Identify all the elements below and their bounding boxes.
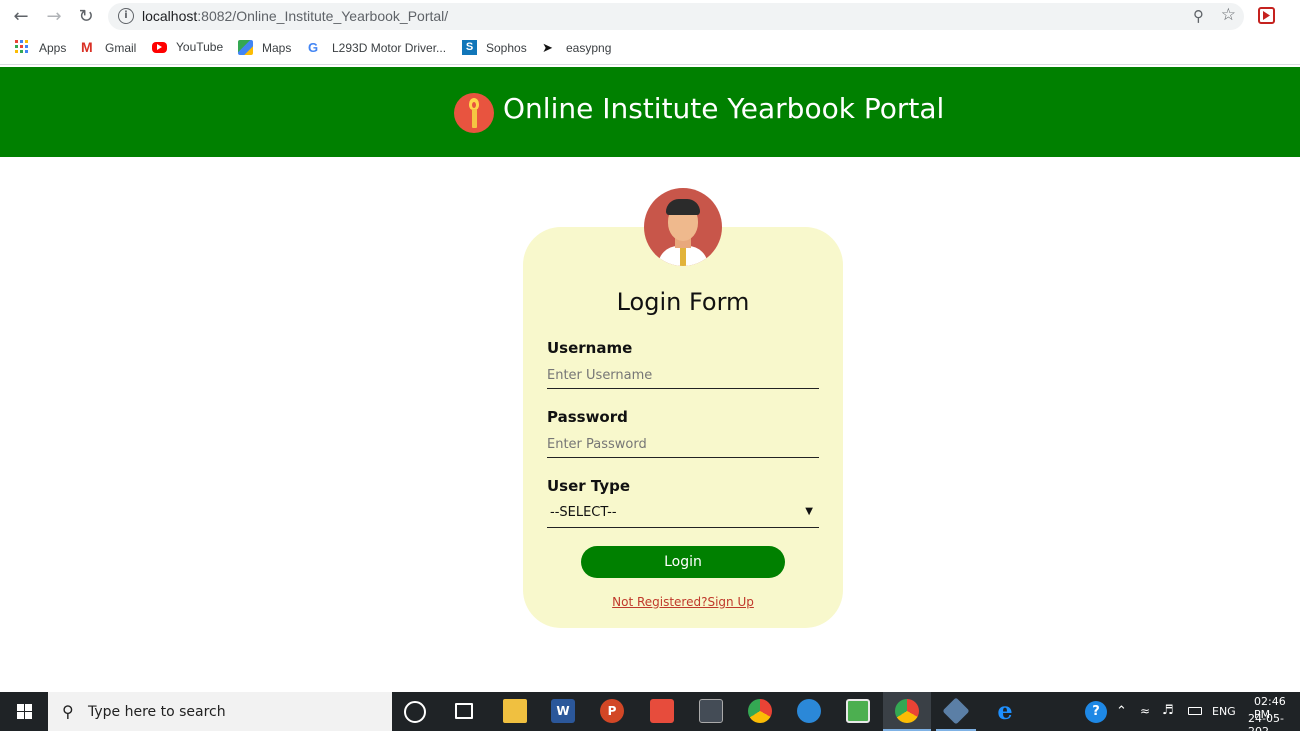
address-bar[interactable]: i localhost:8082/Online_Institute_Yearbo… (108, 3, 1244, 30)
login-button[interactable]: Login (581, 546, 785, 578)
windows-taskbar: ⚲ Type here to search W P e ? ⌃ ≈ ♬ ENG … (0, 692, 1300, 738)
task-view-icon[interactable] (455, 703, 473, 719)
dropdown-arrow-icon: ▼ (805, 506, 813, 517)
help-icon[interactable]: ? (1085, 701, 1107, 723)
powerpoint-icon[interactable]: P (600, 699, 624, 723)
chrome-active-icon[interactable] (895, 699, 919, 723)
gmail-icon: M (81, 39, 93, 55)
zoom-icon[interactable]: ⚲ (1193, 7, 1204, 25)
bookmark-star-icon[interactable]: ☆ (1221, 5, 1236, 25)
battery-icon[interactable] (1188, 707, 1202, 715)
user-type-label: User Type (547, 477, 631, 495)
wifi-icon[interactable]: ≈ (1140, 704, 1150, 718)
volume-icon[interactable]: ♬ (1162, 703, 1174, 718)
windows-start-icon[interactable] (0, 692, 48, 731)
bookmark-label: L293D Motor Driver... (332, 40, 447, 55)
url-host: localhost (142, 8, 198, 24)
youtube-icon (152, 41, 167, 53)
password-input[interactable] (547, 432, 819, 458)
word-icon[interactable]: W (551, 699, 575, 723)
torch-logo-icon (454, 93, 494, 133)
bookmark-label: easypng (566, 40, 612, 55)
url-path: :8082/Online_Institute_Yearbook_Portal/ (197, 8, 449, 24)
bookmark-maps[interactable]: Maps (238, 40, 291, 55)
notepad-icon[interactable] (846, 699, 870, 723)
maps-icon (238, 40, 253, 55)
sophos-icon: S (462, 40, 477, 55)
cortana-icon[interactable] (404, 701, 426, 723)
username-input[interactable] (547, 363, 819, 389)
taskbar-search[interactable]: ⚲ Type here to search (48, 692, 392, 731)
snipping-tool-icon[interactable] (699, 699, 723, 723)
chrome-icon[interactable] (748, 699, 772, 723)
file-explorer-icon[interactable] (503, 699, 527, 723)
username-label: Username (547, 339, 633, 357)
apps-grid-icon (15, 40, 30, 55)
bookmark-sophos[interactable]: S Sophos (462, 40, 527, 55)
bookmark-label: Sophos (486, 40, 527, 55)
rocket-icon: ➤ (542, 40, 553, 55)
chevron-up-icon[interactable]: ⌃ (1116, 704, 1127, 719)
extension-icon[interactable] (1258, 7, 1275, 24)
info-icon[interactable]: i (118, 8, 134, 24)
login-form-title: Login Form (616, 288, 750, 316)
back-icon[interactable]: ← (9, 5, 33, 27)
bookmarks-bar: Apps M Gmail YouTube Maps G L293D Motor … (0, 33, 1300, 65)
user-avatar-icon (644, 188, 722, 266)
language-indicator[interactable]: ENG (1212, 705, 1236, 718)
password-label: Password (547, 408, 628, 426)
bookmark-label: Gmail (105, 40, 137, 55)
user-type-select[interactable]: --SELECT-- ▼ (547, 500, 819, 528)
bookmark-label: Apps (39, 40, 67, 55)
bookmark-l293d[interactable]: G L293D Motor Driver... (308, 40, 446, 55)
edge-icon[interactable]: e (993, 699, 1017, 723)
bookmark-apps[interactable]: Apps (15, 40, 66, 55)
virtualbox-icon[interactable] (942, 697, 970, 725)
search-icon: ⚲ (62, 702, 74, 721)
url-text[interactable]: localhost:8082/Online_Institute_Yearbook… (142, 8, 448, 24)
bookmark-gmail[interactable]: M Gmail (81, 40, 136, 55)
bookmark-youtube[interactable]: YouTube (152, 40, 223, 54)
google-icon: G (308, 40, 319, 55)
sticky-app-icon[interactable] (797, 699, 821, 723)
taskbar-search-placeholder: Type here to search (88, 704, 226, 720)
site-title: Online Institute Yearbook Portal (503, 92, 945, 125)
forward-icon[interactable]: → (42, 5, 66, 27)
user-type-selected: --SELECT-- (550, 505, 617, 520)
reload-icon[interactable]: ↻ (74, 5, 98, 27)
bookmark-label: Maps (262, 40, 292, 55)
bookmark-easypng[interactable]: ➤ easypng (542, 40, 611, 55)
signup-link[interactable]: Not Registered?Sign Up (523, 595, 843, 609)
bookmark-label: YouTube (176, 40, 224, 54)
browser-toolbar: ← → ↻ i localhost:8082/Online_Institute_… (0, 0, 1300, 32)
clock-date[interactable]: 24-05-202 (1248, 712, 1300, 738)
anydesk-icon[interactable] (650, 699, 674, 723)
